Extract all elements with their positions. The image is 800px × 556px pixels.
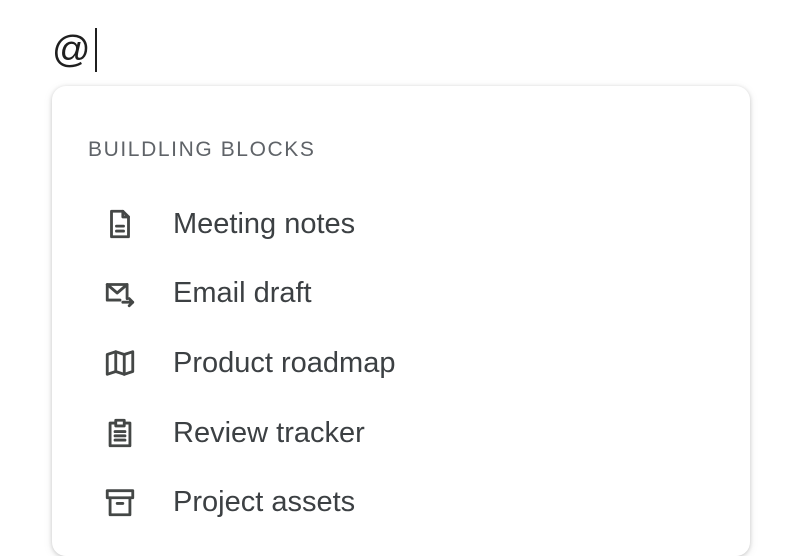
menu-item-label: Product roadmap bbox=[173, 346, 396, 379]
text-cursor bbox=[94, 28, 97, 72]
scroll-fade bbox=[52, 542, 750, 556]
archive-icon bbox=[102, 484, 138, 520]
editor-line[interactable]: @ bbox=[52, 24, 97, 76]
menu-item-label: Review tracker bbox=[173, 416, 365, 449]
menu-item-label: Email draft bbox=[173, 276, 312, 309]
typed-text: @ bbox=[52, 29, 91, 71]
menu-item-email-draft[interactable]: Email draft bbox=[52, 265, 750, 321]
menu-item-meeting-notes[interactable]: Meeting notes bbox=[52, 196, 750, 252]
menu-item-product-roadmap[interactable]: Product roadmap bbox=[52, 335, 750, 391]
menu-item-review-tracker[interactable]: Review tracker bbox=[52, 405, 750, 461]
map-icon bbox=[102, 345, 138, 381]
clipboard-icon bbox=[102, 415, 138, 451]
document-icon bbox=[102, 206, 138, 242]
building-blocks-menu: BUILDLING BLOCKS Meeting notes Email dra… bbox=[52, 86, 750, 556]
section-header: BUILDLING BLOCKS bbox=[88, 138, 316, 161]
menu-item-project-assets[interactable]: Project assets bbox=[52, 474, 750, 530]
menu-item-label: Project assets bbox=[173, 485, 356, 518]
menu-item-label: Meeting notes bbox=[173, 207, 356, 240]
email-send-icon bbox=[102, 275, 138, 311]
